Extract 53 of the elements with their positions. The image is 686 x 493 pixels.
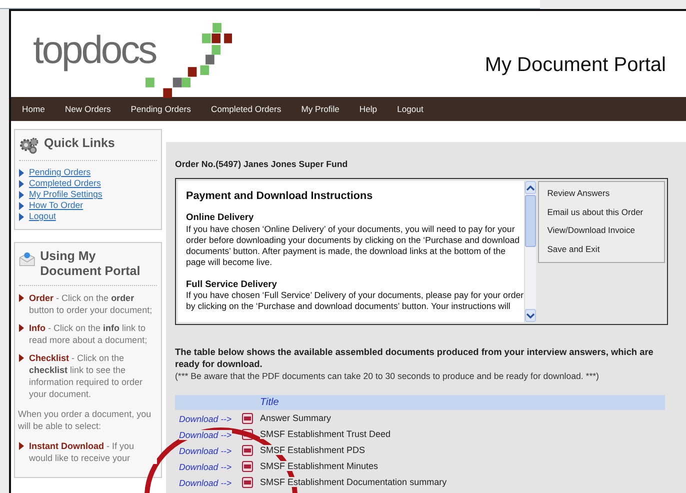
bullet-arrow-icon xyxy=(19,442,24,450)
pdf-icon xyxy=(242,412,253,424)
action-link[interactable]: Save and Exit xyxy=(547,240,664,258)
quick-link[interactable]: Pending Orders xyxy=(29,167,91,178)
table-cell: SMSF Establishment Documentation summary xyxy=(260,477,447,487)
bullet-arrow-icon xyxy=(19,324,24,332)
guide-item-text: Instant Download - If you would like to receive your xyxy=(29,440,157,464)
section-title: Online Delivery xyxy=(186,212,255,224)
order-title: Order No.(5497) Janes Jones Super Fund xyxy=(175,159,349,169)
scroll-up-button[interactable] xyxy=(525,181,536,194)
quick-link[interactable]: How To Order xyxy=(29,200,84,211)
download-link[interactable]: Download --> xyxy=(179,414,232,424)
action-link[interactable]: View/Download Invoice xyxy=(547,221,664,240)
table-cell: Answer Summary xyxy=(260,413,332,423)
section-title: Full Service Delivery xyxy=(186,278,278,290)
guide-note: When you order a document, you will be able to select: xyxy=(18,408,152,432)
table-cell: SMSF Establishment Trust Deed xyxy=(260,429,391,439)
panel-title: Using My Document Portal xyxy=(40,249,142,279)
section-text: If you have chosen ‘Full Service’ Delivery of your documents, please pay for your order by clicking on the ‘Purchase and download documents’ button. Your instructions will xyxy=(186,290,524,313)
nav-link[interactable]: New Orders xyxy=(64,104,111,114)
scrollbar[interactable] xyxy=(524,181,536,322)
section-text: If you have chosen ‘Online Delivery’ of your documents, you will need to pay for your order before downloading your documents by clicking on the ‘Purchase and download documents’ button. After payment is made, the download links at the bottom of the page will become live. xyxy=(186,224,521,269)
action-link[interactable]: Email us about this Order xyxy=(547,202,664,221)
nav-link[interactable]: Home xyxy=(22,104,45,114)
bullet-arrow-icon xyxy=(19,354,24,362)
nav-link[interactable]: Logout xyxy=(397,104,424,114)
pdf-icon xyxy=(242,444,253,456)
scroll-down-button[interactable] xyxy=(525,309,536,322)
nav-link[interactable]: Completed Orders xyxy=(210,104,282,114)
quick-link[interactable]: Logout xyxy=(29,211,56,222)
nav-link[interactable]: Pending Orders xyxy=(130,104,191,114)
table-cell: SMSF Establishment PDS xyxy=(260,445,366,455)
nav-link[interactable]: Help xyxy=(359,104,378,114)
download-link[interactable]: Download --> xyxy=(179,478,232,488)
nav-link[interactable]: My Profile xyxy=(301,104,340,114)
quick-link[interactable]: My Profile Settings xyxy=(29,189,102,200)
table-note: (*** Be aware that the PDF documents can take 20 to 30 seconds to produce and be ready for download. ***) xyxy=(175,370,600,382)
pdf-icon xyxy=(242,476,253,488)
download-link[interactable]: Download --> xyxy=(179,430,232,440)
table-intro: The table below shows the available assembled documents produced from your interview answers, which are ready for download. xyxy=(175,347,654,370)
bullet-arrow-icon xyxy=(19,294,24,302)
table-cell: SMSF Establishment Minutes xyxy=(260,461,378,471)
pdf-icon xyxy=(242,460,253,472)
action-link[interactable]: Review Answers xyxy=(547,184,664,202)
instructions-heading: Payment and Download Instructions xyxy=(186,191,374,202)
download-link[interactable]: Download --> xyxy=(179,446,232,456)
download-link[interactable]: Download --> xyxy=(179,462,232,472)
logo-text: topdocs xyxy=(33,29,156,73)
portal-title: My Document Portal xyxy=(484,54,666,77)
quick-link[interactable]: Completed Orders xyxy=(29,178,101,189)
panel-title: Quick Links xyxy=(44,136,115,151)
gears-icon xyxy=(19,136,39,154)
column-header[interactable]: Title xyxy=(260,397,665,408)
